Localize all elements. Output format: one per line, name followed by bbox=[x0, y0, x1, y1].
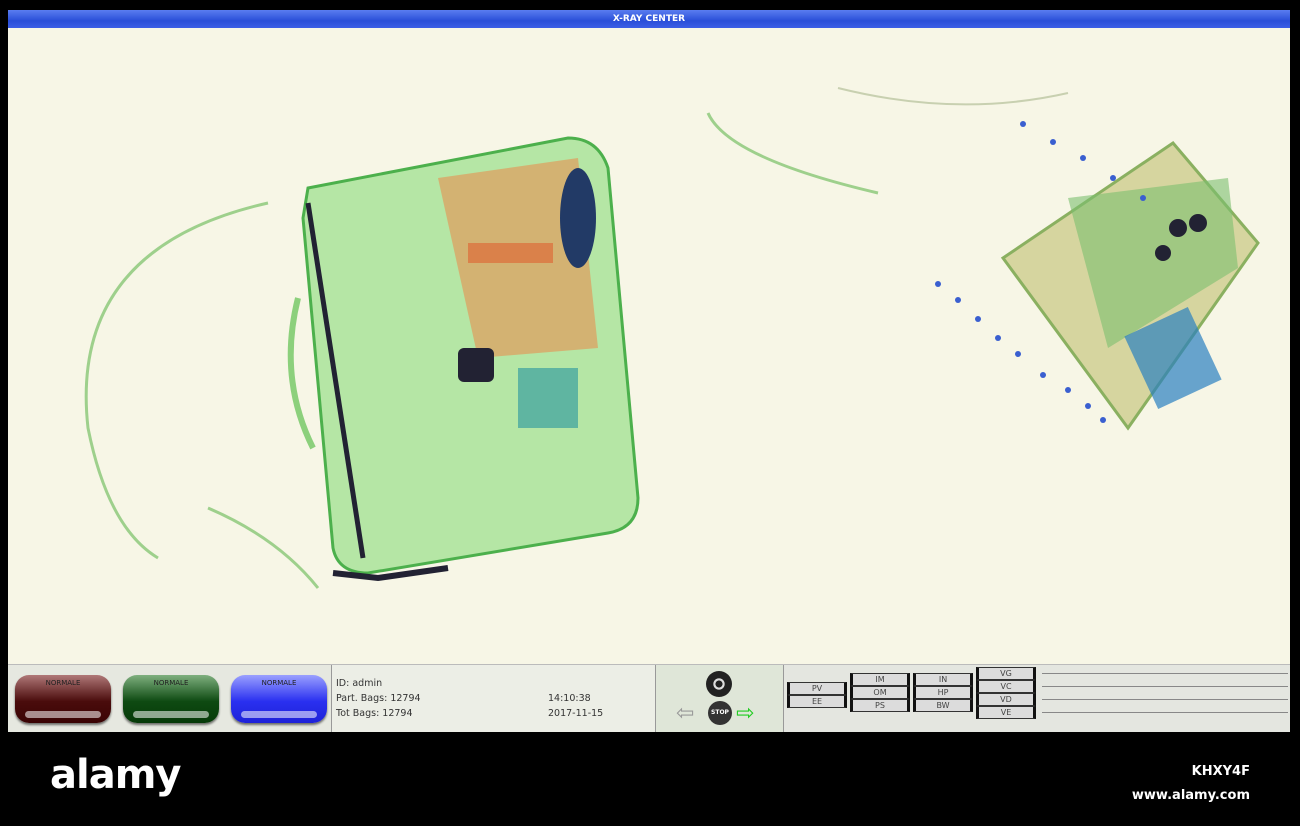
mode-button-red[interactable]: NORMALE bbox=[15, 674, 111, 723]
bag-right bbox=[706, 87, 1260, 431]
switch-ps[interactable]: PS bbox=[850, 699, 910, 712]
xray-scan bbox=[84, 87, 1260, 589]
control-panel: NORMALE NORMALE NORMALE ID: admin Part. … bbox=[8, 664, 1290, 732]
switch-vd[interactable]: VD bbox=[976, 693, 1036, 706]
radiation-icon bbox=[706, 671, 732, 697]
part-bags-count: Part. Bags: 12794 bbox=[336, 693, 421, 704]
date: 2017-11-15 bbox=[548, 708, 604, 719]
switch-pv[interactable]: PV bbox=[787, 682, 847, 695]
divider bbox=[1042, 686, 1288, 687]
switch-im[interactable]: IM bbox=[850, 673, 910, 686]
arrow-left-icon[interactable]: ⇦ bbox=[676, 703, 694, 725]
switch-om[interactable]: OM bbox=[850, 686, 910, 699]
divider bbox=[1042, 699, 1288, 700]
watermark-id: KHXY4F www.alamy.com bbox=[1132, 760, 1250, 808]
window-title: X-RAY CENTER bbox=[8, 10, 1290, 28]
user-id: ID: admin bbox=[336, 678, 383, 689]
part-bags: Part. Bags: 12794 14:10:38 bbox=[336, 691, 655, 706]
arrow-right-icon[interactable]: ⇨ bbox=[736, 703, 754, 725]
status-info: ID: admin Part. Bags: 12794 14:10:38 Tot … bbox=[332, 665, 656, 732]
divider bbox=[1042, 712, 1288, 713]
belt-controls: ⇦ STOP ⇨ bbox=[656, 665, 784, 732]
tot-bags: Tot Bags: 12794 2017-11-15 bbox=[336, 706, 655, 721]
switch-bw[interactable]: BW bbox=[913, 699, 973, 712]
switch-hp[interactable]: HP bbox=[913, 686, 973, 699]
watermark-logo: alamy bbox=[50, 752, 181, 798]
image-id: KHXY4F bbox=[1191, 764, 1250, 779]
mode-button-green[interactable]: NORMALE bbox=[123, 674, 219, 723]
watermark-url: www.alamy.com bbox=[1131, 788, 1250, 803]
xray-image bbox=[8, 28, 1290, 664]
function-switches: PV EE IM OM PS IN HP BW VG VC VD VE bbox=[784, 665, 1290, 732]
switch-vg[interactable]: VG bbox=[976, 667, 1036, 680]
switch-vc[interactable]: VC bbox=[976, 680, 1036, 693]
divider bbox=[1042, 673, 1288, 674]
time: 14:10:38 bbox=[548, 693, 591, 704]
stop-button[interactable]: STOP bbox=[708, 701, 732, 725]
switch-ve[interactable]: VE bbox=[976, 706, 1036, 719]
switch-in[interactable]: IN bbox=[913, 673, 973, 686]
mode-button-blue[interactable]: NORMALE bbox=[231, 674, 327, 723]
tot-bags-count: Tot Bags: 12794 bbox=[336, 708, 413, 719]
switch-ee[interactable]: EE bbox=[787, 695, 847, 708]
mode-buttons: NORMALE NORMALE NORMALE bbox=[8, 665, 332, 732]
bag-left bbox=[84, 136, 640, 589]
xray-screen: X-RAY CENTER NORMALE NORMALE NORMALE ID:… bbox=[8, 10, 1290, 732]
